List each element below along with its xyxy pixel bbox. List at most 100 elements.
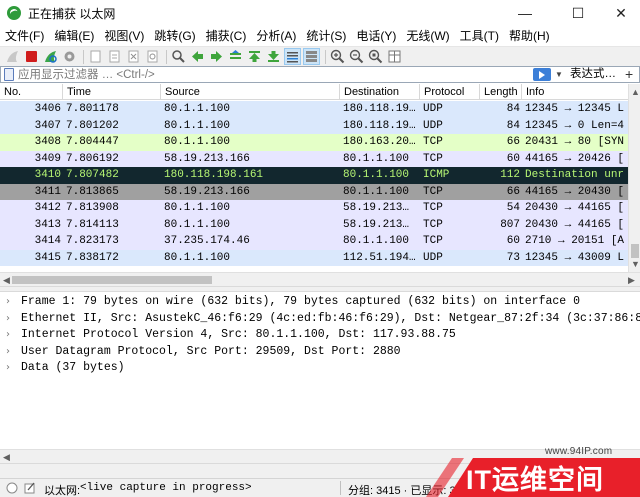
restart-capture-icon[interactable] — [42, 48, 59, 65]
apply-filter-arrow-icon[interactable] — [533, 68, 551, 81]
scrollbar-thumb[interactable] — [631, 244, 639, 258]
detail-tree-item[interactable]: › User Datagram Protocol, Src Port: 29509… — [0, 344, 640, 361]
column-header-no[interactable]: No. — [0, 84, 63, 100]
scroll-left-icon[interactable]: ◀ — [3, 274, 10, 286]
packet-list-horizontal-scrollbar[interactable]: ◀ ▶ — [0, 272, 640, 286]
expert-info-icon[interactable] — [6, 482, 18, 494]
packet-list-vertical-scrollbar[interactable]: ▲ ▼ — [628, 84, 640, 272]
toolbar-separator — [83, 49, 84, 64]
cell-time: 7.823173 — [66, 235, 119, 247]
menu-statistics[interactable]: 统计(S) — [301, 26, 351, 46]
detail-text: Ethernet II, Src: AsustekC_46:f6:29 (4c:… — [21, 311, 640, 325]
go-forward-icon[interactable] — [208, 48, 225, 65]
detail-text: Frame 1: 79 bytes on wire (632 bits), 79… — [21, 295, 580, 308]
detail-tree-item[interactable]: › Internet Protocol Version 4, Src: 80.1.… — [0, 327, 640, 344]
expand-chevron-icon[interactable]: › — [6, 311, 10, 328]
expand-chevron-icon[interactable]: › — [6, 327, 10, 344]
cell-no: 3415 — [34, 251, 61, 264]
capture-options-icon[interactable] — [61, 48, 78, 65]
cell-proto: ICMP — [423, 169, 450, 181]
table-row[interactable]: 3408 7.804447 80.1.1.100 180.163.20… TCP 66 20… — [0, 134, 628, 151]
column-header-protocol[interactable]: Protocol — [420, 84, 480, 100]
column-header-destination[interactable]: Destination — [340, 84, 420, 100]
open-file-icon[interactable] — [87, 48, 104, 65]
cell-info: 20430 → 44165 [ — [525, 218, 625, 231]
expand-chevron-icon[interactable]: › — [6, 294, 10, 311]
watermark-text: IT运维空间 — [466, 465, 604, 495]
menu-go[interactable]: 跳转(G) — [149, 26, 200, 46]
table-row[interactable]: 3407 7.801202 80.1.1.100 180.118.19… UDP 84 12… — [0, 117, 628, 134]
cell-len: 60 — [506, 235, 520, 247]
table-row[interactable]: 3412 7.813908 80.1.1.100 58.19.213… TCP 54 204… — [0, 200, 628, 217]
bookmark-icon[interactable] — [4, 68, 14, 81]
scroll-left-icon[interactable]: ◀ — [3, 451, 10, 463]
table-row[interactable]: 3410 7.807482 180.118.198.161 80.1.1.100 ICM… — [0, 167, 628, 184]
column-header-info[interactable]: Info — [522, 84, 628, 100]
zoom-out-icon[interactable] — [348, 48, 365, 65]
table-row[interactable]: 3411 7.813865 58.19.213.166 80.1.1.100 TCP 66… — [0, 183, 628, 200]
autoscroll-icon[interactable] — [284, 48, 301, 65]
menu-telephony[interactable]: 电话(Y) — [351, 26, 401, 46]
maximize-button[interactable]: ☐ — [555, 0, 601, 26]
menu-edit[interactable]: 编辑(E) — [49, 26, 99, 46]
menu-view[interactable]: 视图(V) — [99, 26, 149, 46]
expand-chevron-icon[interactable]: › — [6, 360, 10, 377]
shark-fin-start-icon[interactable] — [4, 48, 21, 65]
menu-capture[interactable]: 捕获(C) — [201, 26, 252, 46]
column-header-time[interactable]: Time — [63, 84, 161, 100]
detail-tree-item[interactable]: › Frame 1: 79 bytes on wire (632 bits), 7… — [0, 294, 640, 311]
resize-columns-icon[interactable] — [386, 48, 403, 65]
menu-wireless[interactable]: 无线(W) — [401, 26, 454, 46]
table-row[interactable]: 3415 7.838172 80.1.1.100 112.51.194… UDP 73 12… — [0, 249, 628, 266]
add-filter-button[interactable]: + — [625, 67, 633, 82]
column-header-source[interactable]: Source — [161, 84, 340, 100]
cell-dst: 180.118.19… — [343, 119, 416, 132]
table-row[interactable]: 3409 7.806192 58.19.213.166 80.1.1.100 TCP 60… — [0, 150, 628, 167]
expression-button[interactable]: 表达式… — [570, 67, 616, 82]
go-last-icon[interactable] — [265, 48, 282, 65]
stop-capture-icon[interactable] — [23, 48, 40, 65]
expand-chevron-icon[interactable]: › — [6, 344, 10, 361]
menu-file[interactable]: 文件(F) — [0, 26, 49, 46]
zoom-in-icon[interactable] — [329, 48, 346, 65]
go-back-icon[interactable] — [189, 48, 206, 65]
scrollbar-thumb[interactable] — [12, 276, 212, 284]
menu-analyze[interactable]: 分析(A) — [251, 26, 301, 46]
menu-tools[interactable]: 工具(T) — [455, 26, 504, 46]
scroll-right-icon[interactable]: ▶ — [628, 274, 635, 286]
cell-len: 807 — [500, 218, 520, 231]
find-packet-icon[interactable] — [170, 48, 187, 65]
filter-history-dropdown-icon[interactable]: ▼ — [553, 67, 565, 82]
colorize-icon[interactable] — [303, 48, 320, 65]
cell-no: 3414 — [34, 235, 61, 247]
cell-time: 7.813865 — [66, 185, 119, 198]
go-to-packet-icon[interactable] — [227, 48, 244, 65]
menu-help[interactable]: 帮助(H) — [504, 26, 555, 46]
cell-time: 7.813908 — [66, 202, 119, 214]
table-row[interactable]: 3406 7.801178 80.1.1.100 180.118.19… UDP 84 12… — [0, 101, 628, 118]
cell-dst: 112.51.194… — [343, 251, 416, 264]
close-file-icon[interactable] — [125, 48, 142, 65]
capture-comment-icon[interactable] — [24, 482, 36, 494]
cell-len: 84 — [506, 119, 520, 132]
cell-dst: 80.1.1.100 — [343, 235, 410, 247]
cell-info: 44165 → 20426 [ — [525, 152, 625, 165]
title-bar: 正在捕获 以太网 — ☐ ✕ — [0, 0, 640, 26]
scroll-up-icon[interactable]: ▲ — [631, 86, 640, 98]
zoom-normal-icon[interactable] — [367, 48, 384, 65]
reload-file-icon[interactable] — [144, 48, 161, 65]
close-button[interactable]: ✕ — [598, 0, 640, 26]
detail-tree-item[interactable]: › Ethernet II, Src: AsustekC_46:f6:29 (4c… — [0, 311, 640, 328]
cell-proto: TCP — [423, 152, 443, 165]
go-first-icon[interactable] — [246, 48, 263, 65]
cell-proto: TCP — [423, 202, 443, 214]
main-toolbar — [0, 46, 640, 66]
column-header-length[interactable]: Length — [480, 84, 522, 100]
scroll-down-icon[interactable]: ▼ — [631, 258, 640, 270]
save-file-icon[interactable] — [106, 48, 123, 65]
detail-tree-item[interactable]: › Data (37 bytes) — [0, 360, 640, 377]
table-row[interactable]: 3414 7.823173 37.235.174.46 80.1.1.100 TCP 60… — [0, 233, 628, 250]
minimize-button[interactable]: — — [502, 0, 548, 26]
table-row[interactable]: 3413 7.814113 80.1.1.100 58.19.213… TCP 807 20… — [0, 216, 628, 233]
display-filter-input[interactable] — [18, 67, 523, 82]
